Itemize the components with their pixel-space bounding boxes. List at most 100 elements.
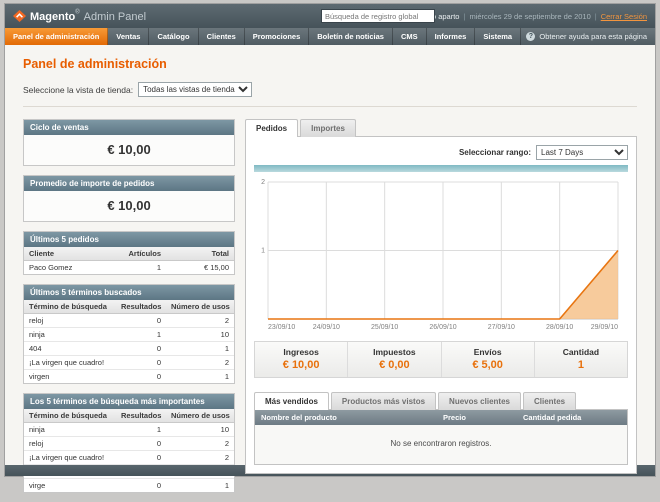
stat-impuestos: Impuestos € 0,00 xyxy=(347,342,440,377)
card-title: Ciclo de ventas xyxy=(24,120,234,135)
column-header: Cantidad pedida xyxy=(517,410,627,425)
products-table: Nombre del producto Precio Cantidad pedi… xyxy=(255,410,627,464)
table-row[interactable]: virgen 0 1 xyxy=(24,370,234,384)
stat-value: € 0,00 xyxy=(379,359,410,371)
nav-item-clientes[interactable]: Clientes xyxy=(199,28,245,45)
range-selector-row: Seleccionar rango: Last 7 Days xyxy=(254,145,628,160)
current-date: miércoles 29 de septiembre de 2010 xyxy=(469,11,591,21)
average-orders-card: Promedio de importe de pedidos € 10,00 xyxy=(23,175,235,222)
nav-item-informes[interactable]: Informes xyxy=(427,28,476,45)
table-row[interactable]: reloj 0 2 xyxy=(24,313,234,328)
empty-records-message: No se encontraron registros. xyxy=(255,425,627,464)
table-row[interactable]: ninja 1 10 xyxy=(24,327,234,342)
column-header: Resultados xyxy=(116,409,166,423)
tab-productos-mas-vistos[interactable]: Productos más vistos xyxy=(330,392,437,410)
tab-pedidos[interactable]: Pedidos xyxy=(245,119,299,137)
table-cell: 1 xyxy=(116,327,166,342)
nav-item-promociones[interactable]: Promociones xyxy=(245,28,310,45)
svg-text:23/09/10: 23/09/10 xyxy=(268,324,295,331)
nav-item-boletin[interactable]: Boletín de noticias xyxy=(309,28,393,45)
empty-row: No se encontraron registros. xyxy=(255,425,627,464)
table-cell: virge xyxy=(29,481,46,490)
top-header: Magento®Admin Panel Accedió como aparto … xyxy=(5,4,655,28)
dashboard-columns: Ciclo de ventas € 10,00 Promedio de impo… xyxy=(23,119,637,502)
card-title: Promedio de importe de pedidos xyxy=(24,176,234,191)
store-view-select[interactable]: Todas las vistas de tienda xyxy=(138,82,253,97)
table-row[interactable]: reloj 0 2 xyxy=(24,436,234,451)
svg-text:28/09/10: 28/09/10 xyxy=(546,324,573,331)
products-tabs: Más vendidos Productos más vistos Nuevos… xyxy=(254,392,628,410)
table-cell: € 15,00 xyxy=(203,263,229,272)
last-orders-table: Cliente Artículos Total Paco Gomez 1 € 15,… xyxy=(24,247,234,274)
nav-item-cms[interactable]: CMS xyxy=(393,28,427,45)
stat-ingresos: Ingresos € 10,00 xyxy=(255,342,347,377)
brand-title: Magento® Admin Panel xyxy=(30,9,147,23)
table-cell: 1 xyxy=(224,481,229,490)
average-orders-value: € 10,00 xyxy=(24,191,234,221)
help-icon: ? xyxy=(526,32,536,41)
nav-item-catalogo[interactable]: Catálogo xyxy=(149,28,199,45)
stat-label: Ingresos xyxy=(283,347,319,357)
table-cell: 0 xyxy=(156,481,161,490)
top-search-terms-card: Los 5 términos de búsqueda más important… xyxy=(23,393,235,493)
range-select[interactable]: Last 7 Days xyxy=(536,145,628,160)
chart-top-strip xyxy=(254,165,628,172)
right-column: Pedidos Importes Seleccionar rango: Last… xyxy=(245,119,637,474)
column-header: Total xyxy=(166,247,234,261)
page-title: Panel de administración xyxy=(23,57,167,71)
chart-tabs: Pedidos Importes xyxy=(245,119,637,137)
main-nav: Panel de administración Ventas Catálogo … xyxy=(5,28,655,45)
stat-value: € 10,00 xyxy=(282,359,320,371)
chart-panel: Seleccionar rango: Last 7 Days 23/09/10 2… xyxy=(245,136,637,474)
store-view-label: Seleccione la vista de tienda: xyxy=(23,84,134,95)
totals-bar: Ingresos € 10,00 Impuestos € 0,00 Envíos… xyxy=(254,341,628,378)
table-row[interactable]: ¡La virgen que cuadro! 0 2 xyxy=(24,355,234,370)
table-cell: reloj xyxy=(24,436,116,451)
stat-cantidad: Cantidad 1 xyxy=(533,342,627,377)
svg-text:26/09/10: 26/09/10 xyxy=(429,324,456,331)
table-cell: virgen xyxy=(29,372,50,381)
column-header: Artículos xyxy=(116,247,166,261)
table-row[interactable]: ninja 1 10 xyxy=(24,422,234,437)
table-cell: 404 xyxy=(24,341,116,356)
card-title: Los 5 términos de búsqueda más important… xyxy=(24,394,234,409)
column-header: Cliente xyxy=(24,247,116,261)
table-row[interactable]: ¡La virgen que cuadro! 0 2 xyxy=(24,450,234,465)
help-link[interactable]: ? Obtener ayuda para esta página xyxy=(526,28,655,45)
stat-label: Envíos xyxy=(473,347,502,357)
table-cell: ninja xyxy=(24,327,116,342)
column-header: Término de búsqueda xyxy=(24,300,116,314)
stat-envios: Envíos € 5,00 xyxy=(440,342,534,377)
column-header: Número de usos xyxy=(166,300,234,314)
tab-nuevos-clientes[interactable]: Nuevos clientes xyxy=(438,392,521,410)
nav-item-sistema[interactable]: Sistema xyxy=(475,28,522,45)
table-cell: 0 xyxy=(116,450,166,465)
tab-mas-vendidos[interactable]: Más vendidos xyxy=(254,392,329,410)
table-cell: Paco Gomez xyxy=(29,263,73,272)
tab-clientes[interactable]: Clientes xyxy=(522,392,577,410)
svg-text:2: 2 xyxy=(261,179,265,186)
logout-link[interactable]: Cerrar Sesión xyxy=(601,12,647,21)
table-row[interactable]: Paco Gomez 1 € 15,00 xyxy=(24,261,234,275)
tab-importes[interactable]: Importes xyxy=(300,119,356,137)
nav-item-panel[interactable]: Panel de administración xyxy=(5,28,109,45)
nav-item-ventas[interactable]: Ventas xyxy=(108,28,150,45)
table-cell: 10 xyxy=(166,422,234,437)
table-cell: ¡La virgen que cuadro! xyxy=(24,355,116,370)
svg-text:1: 1 xyxy=(261,248,265,255)
table-row[interactable]: virge 0 1 xyxy=(24,479,234,493)
table-row[interactable]: 40401 xyxy=(24,341,234,356)
table-cell: 10 xyxy=(166,327,234,342)
table-cell: 0 xyxy=(116,436,166,451)
stat-value: € 5,00 xyxy=(472,359,503,371)
global-search-input[interactable] xyxy=(321,9,435,23)
table-cell: 2 xyxy=(166,355,234,370)
svg-text:25/09/10: 25/09/10 xyxy=(371,324,398,331)
magento-logo-icon xyxy=(13,10,26,22)
lifetime-sales-value: € 10,00 xyxy=(24,135,234,165)
admin-page: Magento®Admin Panel Accedió como aparto … xyxy=(4,3,656,493)
column-header: Resultados xyxy=(116,300,166,314)
svg-text:29/09/10: 29/09/10 xyxy=(591,324,618,331)
last-orders-card: Últimos 5 pedidos Cliente Artículos Tota… xyxy=(23,231,235,275)
table-cell: ¡La virgen que cuadro! xyxy=(24,450,116,465)
